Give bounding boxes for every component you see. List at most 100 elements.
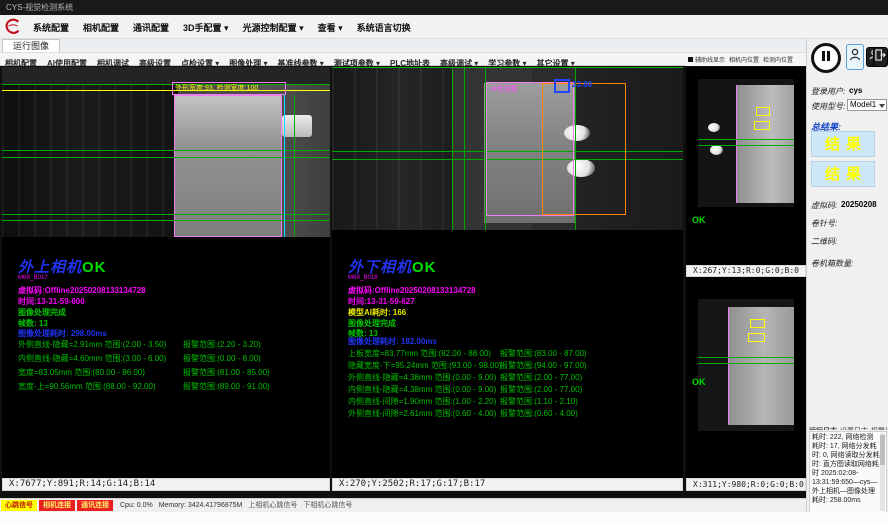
door-exit-icon (875, 48, 886, 66)
box-count-label: 卷机箱数量: (811, 258, 853, 269)
alarm-range: 报警范围:(81.00 - 85.00) (183, 367, 270, 378)
upper-camera-heartbeat: 上相机心跳信号 (248, 499, 297, 512)
log-panel: 耗时: 222, 网络检测耗时: 17, 网络分发耗时: 0, 网络读取分发耗时… (809, 431, 887, 513)
small-view-header: 辅助线显示相机内位置检测内位置 (686, 55, 806, 66)
small-bottom-image (698, 299, 794, 431)
alarm-range: 报警范围:(2.00 - 77.00) (500, 372, 582, 383)
measurement-value: 外侧直线-隐藏=2.91mm 范围:(2.00 - 3.50) (18, 339, 166, 350)
aux-line-display-toggle[interactable]: 辅助线显示 (695, 58, 725, 64)
alarm-range: 报警范围:(89.00 - 91.00) (183, 381, 270, 392)
menu-view[interactable]: 查看 ▾ (311, 15, 350, 34)
memory-usage: Memory: 3424.41796875M (159, 499, 243, 512)
alarm-range: 报警范围:(1.10 - 2.10) (500, 396, 578, 407)
result-box-2: 结果 (811, 161, 875, 187)
model-select-value: Model1 (850, 100, 876, 109)
menu-comm-config[interactable]: 通讯配置 (126, 15, 176, 34)
small-viewport-top[interactable]: OK (686, 67, 806, 265)
right-ai-elapsed: 模型AI耗时: 166 (348, 307, 406, 318)
heartbeat-status-badge: 心跳信号 (1, 500, 37, 511)
tab-run-image-label: 运行图像 (13, 41, 49, 51)
log-scrollbar-thumb[interactable] (880, 435, 885, 465)
right-camera-title: 外下相机OK (348, 256, 437, 277)
statusbar: 心跳信号相机连接通讯连接Cpu: 0.0%Memory: 3424.417968… (0, 498, 806, 512)
alarm-range: 报警范围:(0.00 - 8.00) (183, 353, 261, 364)
left-coordinate-bar: X:7677;Y:891;R:14;G:14;B:14 (2, 478, 330, 491)
cpu-usage: Cpu: 0.0% (120, 499, 153, 512)
menu-light-control-config[interactable]: 光源控制配置 ▾ (236, 15, 311, 34)
overlay-line (2, 150, 330, 151)
ai-detect-box-label-text: AI检测框 (490, 86, 518, 93)
menu-3d-hand-config[interactable]: 3D手配置 ▾ (176, 15, 236, 34)
small-bottom-coordinates: X:311;Y:980;R:0;G:0;B:0 (693, 480, 804, 489)
log-text: 耗时: 222, 网络检测耗时: 17, 网络分发耗时: 0, 网络读取分发耗时… (812, 433, 880, 511)
right-image-texture (332, 67, 452, 230)
measurement-row: 外侧直线-隐藏=4.38mm 范围:(0.00 - 9.00) 报警范围:(2.0… (332, 372, 683, 384)
measurement-row: 宽度-上=90.56mm 范围:(88.00 - 92.00)报警范围:(89.… (2, 381, 330, 393)
right-camera-status: OK (412, 259, 437, 276)
bright-spot (710, 145, 723, 155)
measurement-row: 隐藏宽度-下=95.24mm 范围:(93.00 - 98.00)报警范围:(9… (332, 360, 683, 372)
app-window: CYS-视觉检测系统 系统配置相机配置通讯配置3D手配置 ▾光源控制配置 ▾查看… (0, 0, 888, 522)
swatch-icon (688, 57, 693, 62)
right-coordinates: X:270;Y:2502;R:17;G:17;B:17 (339, 479, 485, 489)
camera-position-label[interactable]: 相机内位置 (729, 58, 759, 64)
right-camera-viewport[interactable]: AI检测框 23.80 外下相机OK M6X_B018 虚拟码:Offline2… (332, 67, 683, 478)
tab-run-log[interactable]: 运行日志 (809, 426, 837, 430)
window-bottom-strip (0, 512, 888, 522)
right-camera-image[interactable]: AI检测框 23.80 (332, 67, 683, 230)
measurement-value: 内侧直线-间隙=1.90mm 范围:(1.00 - 2.20) (348, 396, 496, 407)
measurement-row: 内侧直线-间隙=1.90mm 范围:(1.00 - 2.20) 报警范围:(1.1… (332, 396, 683, 408)
left-overlay-label: 外形宽度:93, 检测宽度:100 (172, 82, 286, 95)
right-output-signal: M6X_B018 (348, 275, 378, 281)
model-label: 使用型号: (811, 101, 845, 112)
lower-camera-heartbeat: 下相机心跳信号 (303, 499, 352, 512)
exit-button[interactable] (873, 47, 888, 67)
tab-alarm-log[interactable]: 报警日志 (871, 426, 887, 430)
measurement-value: 外侧直线-间隙=2.61mm 范围:(0.60 - 4.00) (348, 408, 496, 419)
left-barcode: 虚拟码:Offline20250208133134728 (18, 285, 146, 296)
left-product-region (174, 95, 282, 237)
login-user-value: cys (849, 86, 862, 95)
overlay-line (332, 67, 683, 68)
small-top-status: OK (692, 215, 706, 225)
small-top-product (736, 85, 794, 203)
measurement-row: 内侧直线-隐藏=4.38mm 范围:(0.00 - 9.00)报警范围:(2.0… (332, 384, 683, 396)
titlebar: CYS-视觉检测系统 (0, 0, 888, 15)
left-output-signal: M6X_B017 (18, 275, 48, 281)
detect-position-label[interactable]: 检测内位置 (763, 58, 793, 64)
right-panel: 登录用户: cys 使用型号: Model1 总结果: 结果 结果 虚拟码: 2… (806, 39, 888, 512)
login-user-button[interactable] (846, 44, 864, 70)
roll-pin-label: 卷针号: (811, 218, 837, 229)
menu-language-switch[interactable]: 系统语言切换 (350, 15, 418, 34)
virtual-code-label: 虚拟码: (811, 200, 837, 211)
measurement-row: 宽度=83.05mm 范围:(80.00 - 86.00)报警范围:(81.00… (2, 367, 330, 379)
pause-button[interactable] (811, 43, 841, 73)
chevron-down-icon (879, 104, 885, 108)
left-camera-viewport[interactable]: 外形宽度:93, 检测宽度:100 外上相机OK M6X_B017 虚拟码:Of… (2, 67, 330, 478)
right-process-elapsed: 图像处理耗时: 182.00ms (348, 336, 437, 347)
left-coordinates: X:7677;Y:891;R:14;G:14;B:14 (9, 479, 155, 489)
tab-run-image[interactable]: 运行图像 (2, 39, 60, 52)
log-scrollbar[interactable] (880, 433, 885, 511)
camera-connection-badge: 相机连接 (39, 500, 75, 511)
overlay-line (2, 214, 330, 215)
model-select[interactable]: Model1 (847, 99, 887, 111)
measurement-value: 外侧直线-隐藏=4.38mm 范围:(0.00 - 9.00) (348, 372, 496, 383)
overlay-marker (748, 333, 765, 342)
tab-settings-log[interactable]: 设置日志 (840, 426, 868, 430)
app-logo-icon (4, 18, 22, 36)
left-camera-image[interactable]: 外形宽度:93, 检测宽度:100 (2, 67, 330, 237)
virtual-code-value: 20250208 (841, 200, 877, 209)
small-viewport-bottom[interactable]: OK (686, 277, 806, 478)
blue-measure-value: 23.80 (572, 80, 592, 89)
menu-camera-config[interactable]: 相机配置 (76, 15, 126, 34)
small-top-image (698, 79, 794, 207)
left-camera-title: 外上相机OK (18, 256, 107, 277)
overlay-line (452, 67, 453, 230)
right-time: 时间:13-31-59-627 (348, 296, 415, 307)
small-top-status-text: OK (692, 215, 706, 225)
measurement-row: 外侧直线-间隙=2.61mm 范围:(0.60 - 4.00)报警范围:(0.6… (332, 408, 683, 420)
small-bottom-coordinate-bar: X:311;Y:980;R:0;G:0;B:0 (686, 478, 806, 491)
overlay-marker (756, 107, 770, 116)
menu-system-config[interactable]: 系统配置 (26, 15, 76, 34)
